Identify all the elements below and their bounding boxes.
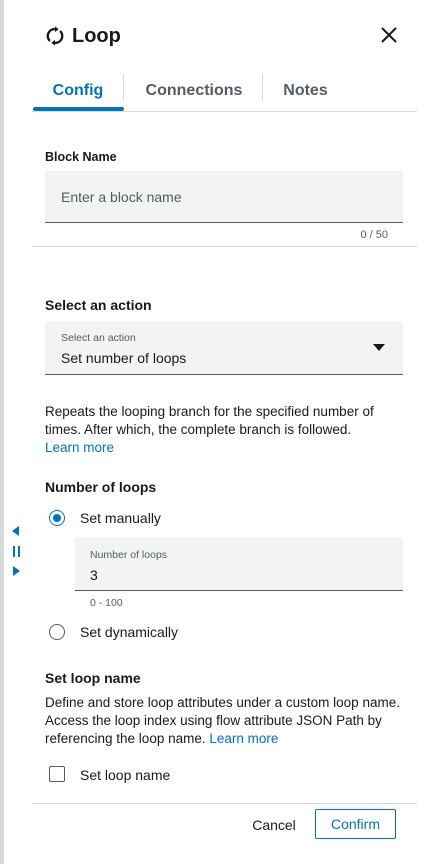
action-select-value: Set number of loops [61,350,187,366]
active-tab-indicator [33,107,124,111]
action-description-text: Repeats the looping branch for the speci… [45,404,374,437]
panel-collapse-control[interactable] [10,522,24,580]
set-manually-radio[interactable] [49,510,65,526]
learn-more-link[interactable]: Learn more [209,731,278,746]
block-name-label: Block Name [45,150,117,164]
panel-title: Loop [72,24,121,47]
loop-icon [46,26,64,46]
panel-header: Loop [44,22,121,50]
tab-divider [262,74,263,101]
caret-down-icon [373,344,385,351]
action-description: Repeats the looping branch for the speci… [45,403,405,457]
char-counter: 0 / 50 [360,229,388,241]
footer-divider [32,803,417,804]
collapse-left-icon[interactable] [12,526,19,536]
select-action-label: Select an action [45,297,152,313]
action-select[interactable]: Select an action Set number of loops [45,321,403,375]
set-dynamically-label[interactable]: Set dynamically [80,624,178,640]
range-hint: 0 - 100 [90,597,123,609]
number-of-loops-value: 3 [90,567,98,583]
set-dynamically-radio[interactable] [49,624,65,640]
tab-connections[interactable]: Connections [124,70,264,112]
set-loop-name-checkbox[interactable] [49,766,65,782]
tab-config[interactable]: Config [32,70,124,112]
loop-name-description: Define and store loop attributes under a… [45,694,405,748]
block-name-input[interactable]: Enter a block name [45,171,403,223]
block-name-placeholder: Enter a block name [61,188,182,205]
confirm-button[interactable]: Confirm [315,809,396,839]
number-of-loops-label: Number of loops [45,479,157,495]
tab-bar: Config Connections Notes [32,70,417,112]
panel-resize-rail[interactable] [0,0,4,864]
expand-right-icon[interactable] [13,566,20,576]
close-icon[interactable] [378,24,400,46]
learn-more-link[interactable]: Learn more [45,440,114,455]
cancel-button[interactable]: Cancel [245,812,303,838]
tab-notes[interactable]: Notes [264,70,347,112]
number-of-loops-input[interactable]: Number of loops 3 [75,537,403,591]
set-loop-name-checkbox-label[interactable]: Set loop name [80,767,170,783]
tab-divider [123,74,124,101]
set-manually-label[interactable]: Set manually [80,510,161,526]
drag-handle-icon[interactable] [13,546,20,557]
set-loop-name-heading: Set loop name [45,670,141,686]
section-divider [32,246,417,247]
action-select-label: Select an action [61,332,136,344]
number-of-loops-input-label: Number of loops [90,549,168,561]
